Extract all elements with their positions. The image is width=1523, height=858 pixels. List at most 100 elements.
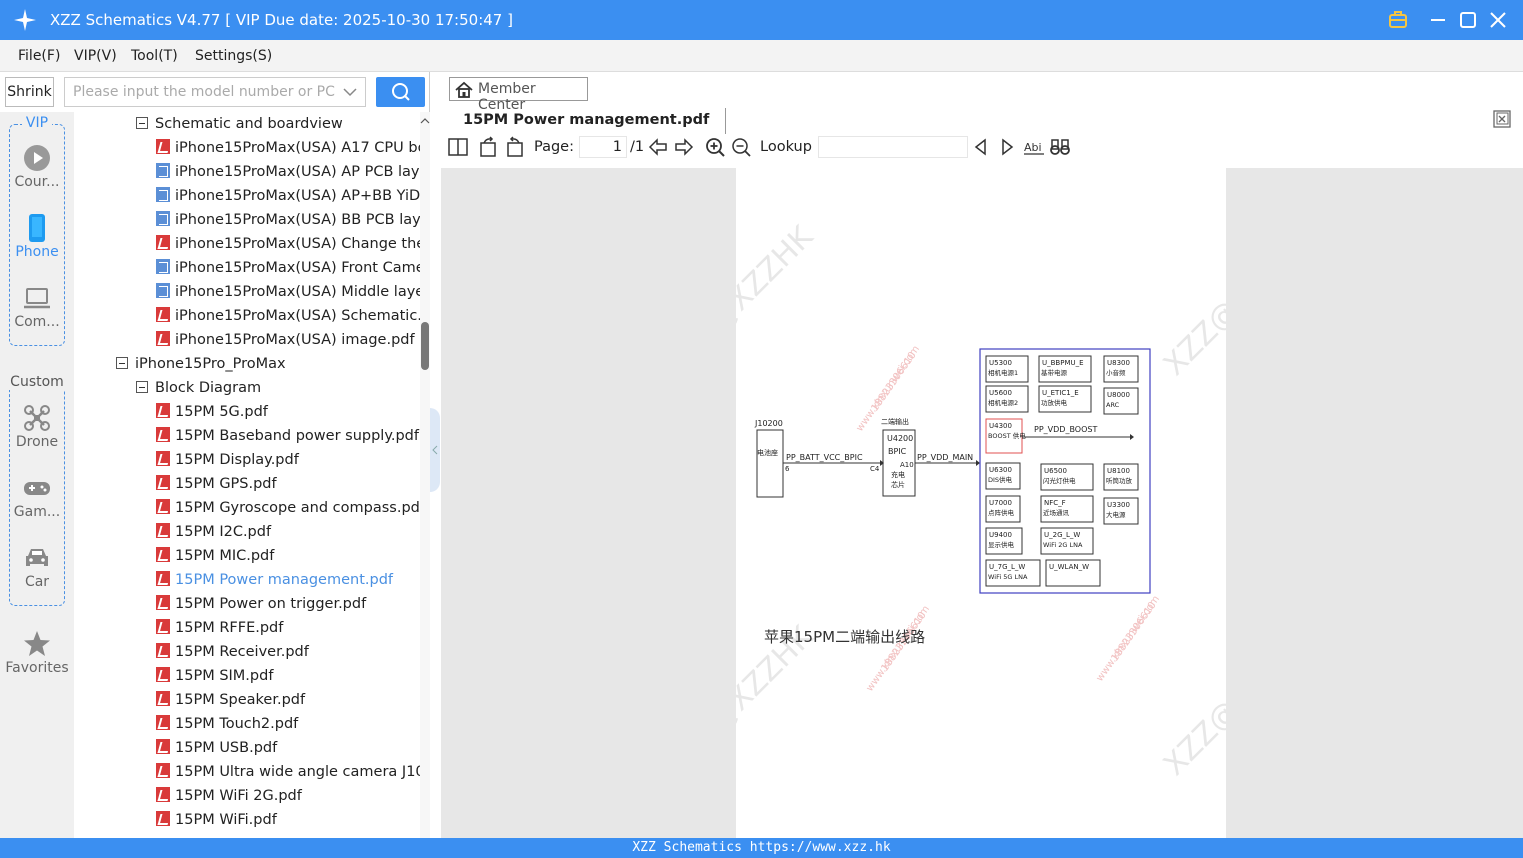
arrow-right-icon[interactable] xyxy=(674,136,694,158)
tree-file[interactable]: 15PM Touch2.pdf xyxy=(156,712,420,736)
category-favorites[interactable]: Favorites xyxy=(0,630,74,676)
tree-file[interactable]: 15PM Gyroscope and compass.pdf xyxy=(156,496,420,520)
tree-file[interactable]: iPhone15ProMax(USA) Change the xyxy=(156,232,420,256)
category-computer[interactable]: Com... xyxy=(0,284,74,330)
pdf-page[interactable]: XZZ@XZZHK XZZ@XZZHK XZZ@XZZHK XZZ@XZZHK … xyxy=(657,162,1321,838)
charge-chip-label-2: 芯片 xyxy=(891,480,905,489)
svg-text:Abi: Abi xyxy=(1024,141,1042,154)
collapse-panel-handle[interactable] xyxy=(430,408,440,492)
tree-item-label: 15PM I2C.pdf xyxy=(175,524,272,540)
tree-item-label: 15PM 5G.pdf xyxy=(175,404,268,420)
arrow-left-icon[interactable] xyxy=(648,136,668,158)
power-block-id: U8100 xyxy=(1107,467,1130,475)
tree-item-label: iPhone15ProMax(USA) image.pdf xyxy=(175,332,415,348)
scroll-up-icon[interactable] xyxy=(420,116,430,126)
pdf-file-icon xyxy=(156,427,170,442)
pdf-file-icon xyxy=(156,667,170,682)
tree-file[interactable]: 15PM I2C.pdf xyxy=(156,520,420,544)
power-block: U8300小音频 xyxy=(1103,355,1139,383)
zoom-out-icon[interactable] xyxy=(731,136,751,158)
member-center-button[interactable]: Member Center xyxy=(449,77,588,113)
menu-file[interactable]: File(F) xyxy=(18,48,60,64)
close-icon[interactable] xyxy=(1486,8,1510,32)
match-case-icon[interactable]: Abi xyxy=(1023,136,1045,158)
collapse-toggle-icon[interactable] xyxy=(116,357,128,369)
split-view-icon[interactable] xyxy=(448,136,468,158)
tree-file[interactable]: 15PM Baseband power supply.pdf xyxy=(156,424,420,448)
category-game[interactable]: Gam... xyxy=(0,474,74,520)
lookup-input[interactable] xyxy=(818,136,968,158)
tree-file[interactable]: 15PM Display.pdf xyxy=(156,448,420,472)
pdf-file-icon xyxy=(156,595,170,610)
tree-file[interactable]: iPhone15ProMax(USA) A17 CPU bo xyxy=(156,136,420,160)
tree-item-label: 15PM Touch2.pdf xyxy=(175,716,299,732)
power-block-id: U5600 xyxy=(989,389,1012,397)
category-drone-label: Drone xyxy=(15,434,59,450)
tree-file[interactable]: 15PM Power on trigger.pdf xyxy=(156,592,420,616)
tree-file[interactable]: 15PM GPS.pdf xyxy=(156,472,420,496)
tree-file[interactable]: 15PM Speaker.pdf xyxy=(156,688,420,712)
power-block-desc: 点阵供电 xyxy=(988,508,1015,517)
tree-file[interactable]: 15PM Power management.pdf xyxy=(156,568,420,592)
tree-file[interactable]: 15PM WiFi 2G.pdf xyxy=(156,784,420,808)
tree-folder[interactable]: Block Diagram xyxy=(136,376,420,400)
tree-file[interactable]: 15PM Ultra wide angle camera J10 xyxy=(156,760,420,784)
bpic-label: BPIC xyxy=(888,447,907,456)
menu-tool[interactable]: Tool(T) xyxy=(131,48,178,64)
tree-file[interactable]: 15PM 5G.pdf xyxy=(156,400,420,424)
tree-file[interactable]: 15PM Receiver.pdf xyxy=(156,640,420,664)
tree-file[interactable]: 15PM WiFi.pdf xyxy=(156,808,420,832)
tree-file[interactable]: iPhone15ProMax(USA) Front Came xyxy=(156,256,420,280)
tree-file[interactable]: iPhone15ProMax(USA) Middle laye xyxy=(156,280,420,304)
power-block-desc: 功放供电 xyxy=(1041,398,1068,407)
tree-file[interactable]: 15PM MIC.pdf xyxy=(156,544,420,568)
tree-item-label: 15PM Speaker.pdf xyxy=(175,692,306,708)
rotate-left-icon[interactable] xyxy=(478,136,498,158)
pdf-file-icon xyxy=(156,331,170,346)
chevron-down-icon[interactable] xyxy=(343,86,357,98)
shrink-button[interactable]: Shrink xyxy=(5,77,54,107)
tree-item-label: 15PM RFFE.pdf xyxy=(175,620,284,636)
find-previous-icon[interactable] xyxy=(971,136,991,158)
pdf-file-icon xyxy=(156,139,170,154)
pcb-file-icon xyxy=(156,187,170,202)
tree-file[interactable]: iPhone15ProMax(USA) BB PCB lay xyxy=(156,208,420,232)
tree-file[interactable]: iPhone15ProMax(USA) AP+BB YiD xyxy=(156,184,420,208)
tree-file[interactable]: iPhone15ProMax(USA) AP PCB lay xyxy=(156,160,420,184)
category-computer-label: Com... xyxy=(14,314,60,330)
tree-folder[interactable]: iPhone15Pro_ProMax xyxy=(116,352,420,376)
collapse-toggle-icon[interactable] xyxy=(136,117,148,129)
tree-file[interactable]: 15PM RFFE.pdf xyxy=(156,616,420,640)
category-phone[interactable]: Phone xyxy=(0,214,74,260)
menu-settings[interactable]: Settings(S) xyxy=(195,48,272,64)
close-tab-icon[interactable] xyxy=(1493,110,1511,128)
pdf-file-icon xyxy=(156,547,170,562)
tree-file[interactable]: 15PM SIM.pdf xyxy=(156,664,420,688)
power-block: U8100听筒功放 xyxy=(1103,463,1139,491)
tree-file[interactable]: iPhone15ProMax(USA) image.pdf xyxy=(156,328,420,352)
tree-scrollbar[interactable] xyxy=(420,112,430,838)
briefcase-icon[interactable] xyxy=(1386,8,1410,32)
find-next-icon[interactable] xyxy=(997,136,1017,158)
rotate-right-icon[interactable] xyxy=(505,136,525,158)
power-block: U_2G_L_W WiFi 2G LNA xyxy=(1040,527,1094,555)
category-drone[interactable]: Drone xyxy=(0,404,74,450)
search-button[interactable] xyxy=(376,77,425,107)
tree-file[interactable]: 15PM USB.pdf xyxy=(156,736,420,760)
zoom-in-icon[interactable] xyxy=(705,136,725,158)
maximize-icon[interactable] xyxy=(1456,8,1480,32)
category-sidebar: VIP Cour... Phone Com... Custom Drone Ga… xyxy=(0,112,74,838)
binoculars-icon[interactable] xyxy=(1050,136,1070,158)
category-course[interactable]: Cour... xyxy=(0,144,74,190)
tree-item-label: iPhone15ProMax(USA) A17 CPU bo xyxy=(175,140,420,156)
collapse-toggle-icon[interactable] xyxy=(136,381,148,393)
page-number-input[interactable]: 1 xyxy=(579,136,627,158)
search-input[interactable] xyxy=(65,78,335,106)
scroll-thumb[interactable] xyxy=(421,322,429,370)
minimize-icon[interactable] xyxy=(1426,8,1450,32)
menu-vip[interactable]: VIP(V) xyxy=(74,48,117,64)
tree-file[interactable]: iPhone15ProMax(USA) Schematic. xyxy=(156,304,420,328)
tab-document[interactable]: 15PM Power management.pdf xyxy=(447,108,727,134)
tree-folder[interactable]: Schematic and boardview xyxy=(136,112,420,136)
category-car[interactable]: Car xyxy=(0,544,74,590)
